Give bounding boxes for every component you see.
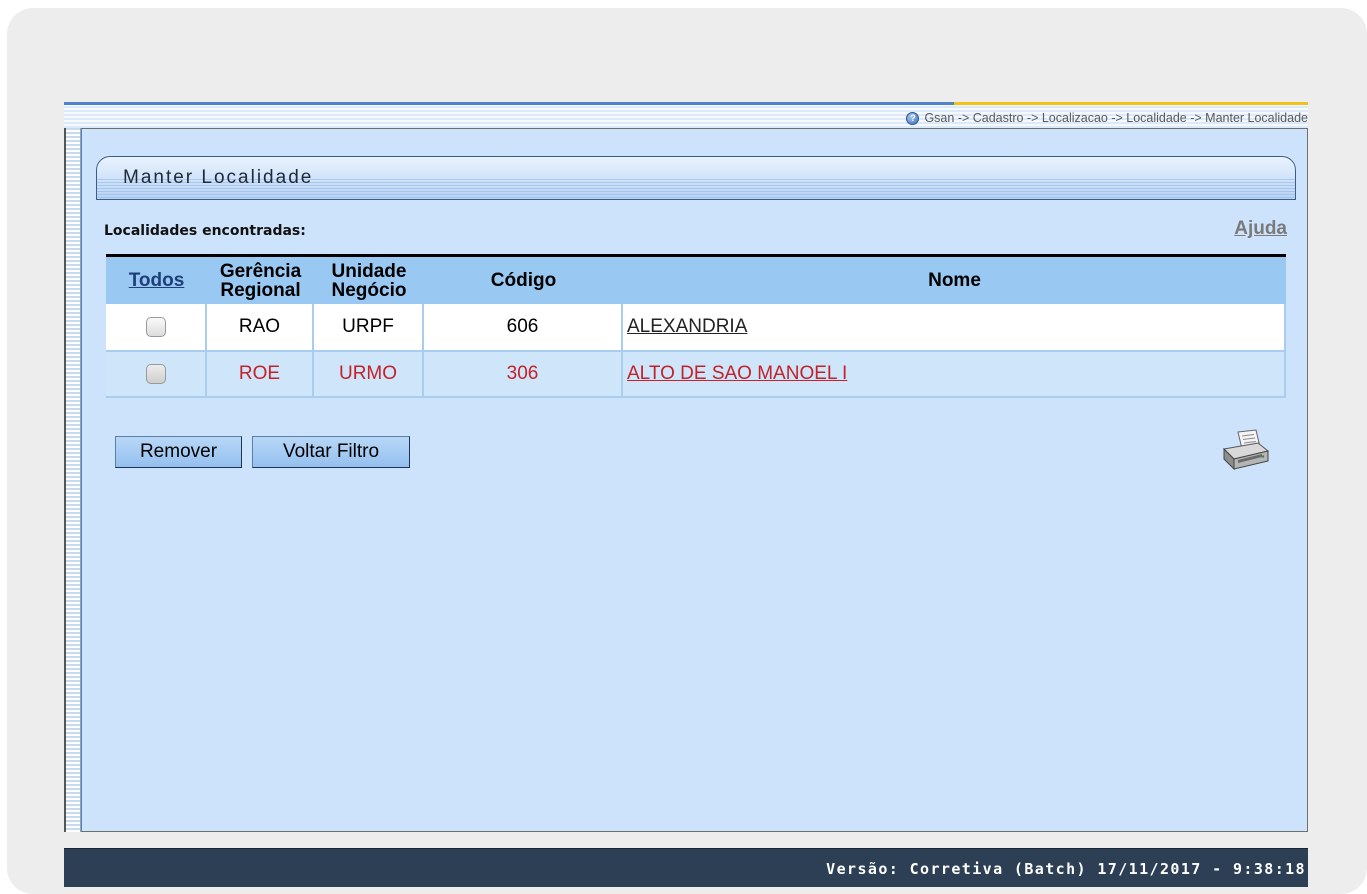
cell-codigo: 306 xyxy=(424,352,623,396)
help-link[interactable]: Ajuda xyxy=(1234,218,1287,240)
printer-icon[interactable] xyxy=(1220,429,1272,473)
remove-button[interactable]: Remover xyxy=(115,436,242,468)
table-row: RAO URPF 606 ALEXANDRIA xyxy=(106,304,1286,350)
results-table: Todos Gerência Regional Unidade Negócio … xyxy=(106,254,1286,396)
breadcrumb-text: Gsan -> Cadastro -> Localizacao -> Local… xyxy=(924,111,1308,125)
row-select-cell xyxy=(106,352,207,396)
localidade-link[interactable]: ALEXANDRIA xyxy=(627,316,747,338)
main-content: Manter Localidade Localidades encontrada… xyxy=(81,128,1308,832)
back-to-filter-button[interactable]: Voltar Filtro xyxy=(252,436,410,468)
header-codigo: Código xyxy=(490,270,557,291)
header-select-all: Todos xyxy=(106,257,207,304)
cell-unidade: URMO xyxy=(314,352,424,396)
cell-nome: ALEXANDRIA xyxy=(623,304,1286,350)
page-title: Manter Localidade xyxy=(123,167,314,188)
localidade-link[interactable]: ALTO DE SAO MANOEL I xyxy=(627,363,847,385)
gsan-window: ? Gsan -> Cadastro -> Localizacao -> Loc… xyxy=(64,102,1308,887)
header-gerencia-line2: Regional xyxy=(220,279,301,301)
help-icon[interactable]: ? xyxy=(906,111,920,125)
header-unidade-negocio: Unidade Negócio xyxy=(314,257,424,304)
results-label: Localidades encontradas: xyxy=(104,223,306,239)
panel-title-bar: Manter Localidade xyxy=(96,156,1296,200)
header-unidade-line1: Unidade xyxy=(331,260,407,282)
table-header-row: Todos Gerência Regional Unidade Negócio … xyxy=(106,257,1286,304)
top-bar: ? Gsan -> Cadastro -> Localizacao -> Loc… xyxy=(64,102,1308,128)
header-nome: Nome xyxy=(928,270,981,291)
breadcrumb: ? Gsan -> Cadastro -> Localizacao -> Loc… xyxy=(906,110,1308,126)
footer: Versão: Corretiva (Batch) 17/11/2017 - 9… xyxy=(64,848,1308,887)
rail-line xyxy=(64,128,66,832)
cell-gerencia: RAO xyxy=(207,304,314,350)
row-checkbox[interactable] xyxy=(145,317,166,337)
cell-nome: ALTO DE SAO MANOEL I xyxy=(623,352,1286,396)
row-select-cell xyxy=(106,304,207,350)
header-unidade-line2: Negócio xyxy=(331,279,407,301)
header-gerencia-line1: Gerência xyxy=(219,260,302,282)
version-text: Versão: Corretiva (Batch) 17/11/2017 - 9… xyxy=(826,860,1306,878)
header-gerencia-regional: Gerência Regional xyxy=(207,257,314,304)
table-row: ROE URMO 306 ALTO DE SAO MANOEL I xyxy=(106,350,1286,396)
top-rule-gold xyxy=(954,102,1308,105)
table-bottom-rule xyxy=(106,396,1286,398)
cell-gerencia: ROE xyxy=(207,352,314,396)
cell-unidade: URPF xyxy=(314,304,424,350)
cell-codigo: 606 xyxy=(424,304,623,350)
row-checkbox[interactable] xyxy=(145,364,166,384)
left-rail xyxy=(64,128,81,832)
select-all-link[interactable]: Todos xyxy=(129,271,185,290)
top-rule-blue xyxy=(64,102,954,105)
